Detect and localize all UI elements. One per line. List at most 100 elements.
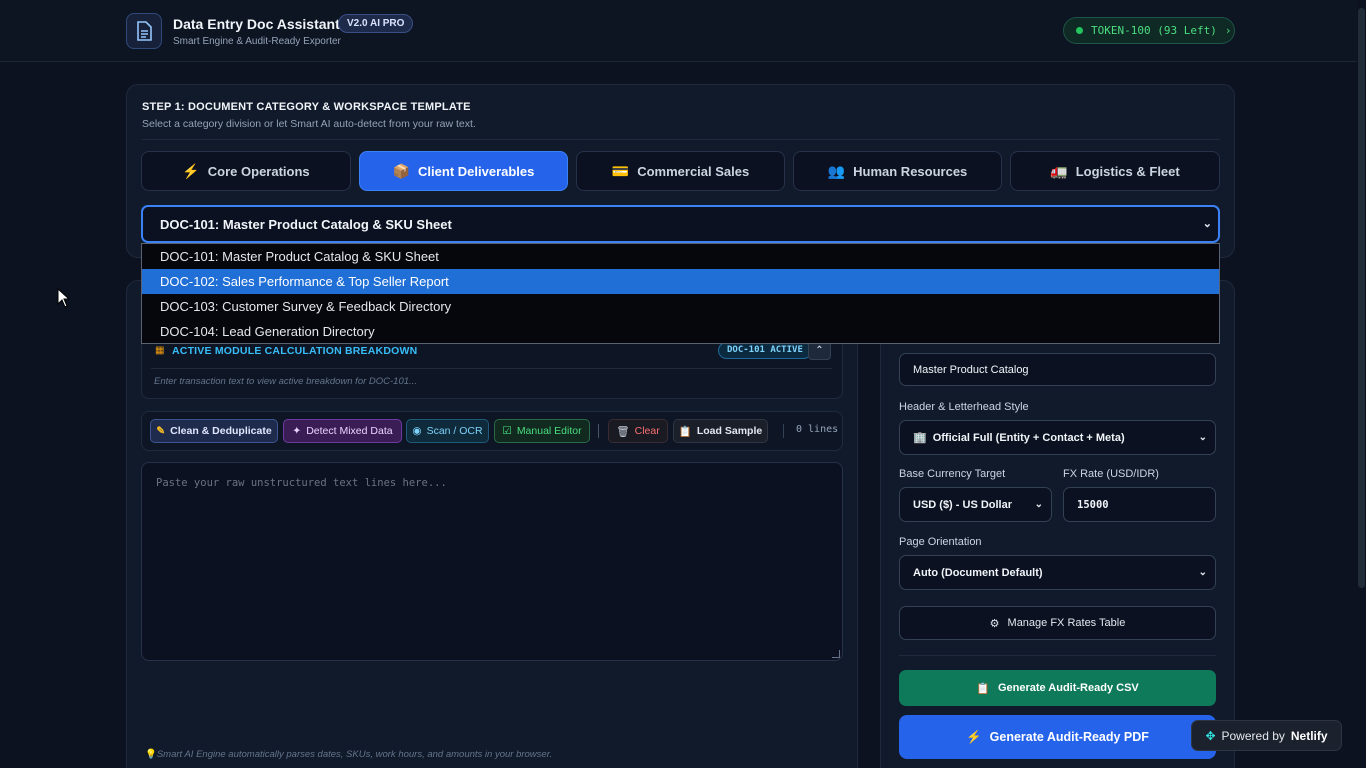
tab-client-deliverables[interactable]: 📦 Client Deliverables — [359, 151, 568, 191]
tab-label: Client Deliverables — [418, 163, 535, 179]
edit-icon: ☑ — [502, 425, 512, 437]
button-label: Detect Mixed Data — [306, 425, 393, 437]
broom-icon: ✎ — [156, 425, 166, 437]
dropdown-option[interactable]: DOC-104: Lead Generation Directory — [142, 319, 1219, 344]
orientation-label: Page Orientation — [899, 536, 982, 548]
button-label: Clean & Deduplicate — [170, 425, 272, 437]
generate-pdf-button[interactable]: ⚡ Generate Audit-Ready PDF — [899, 715, 1216, 759]
step1-title: STEP 1: DOCUMENT CATEGORY & WORKSPACE TE… — [142, 101, 471, 113]
toolbar-divider — [598, 424, 599, 438]
button-label: Scan / OCR — [426, 425, 483, 437]
raw-text-placeholder: Paste your raw unstructured text lines h… — [156, 477, 447, 489]
footnote-text: Smart AI Engine automatically parses dat… — [156, 749, 553, 760]
truck-icon: 🚛 — [1050, 162, 1068, 179]
token-label: TOKEN-100 (93 Left) — [1091, 24, 1217, 37]
template-select[interactable]: DOC-101: Master Product Catalog & SKU Sh… — [141, 205, 1220, 243]
document-icon — [137, 21, 152, 41]
chevron-down-icon: ⌄ — [1198, 567, 1207, 578]
clipboard-icon: 📋 — [976, 682, 990, 695]
chevron-down-icon: ⌄ — [1202, 218, 1212, 230]
generate-csv-button[interactable]: 📋 Generate Audit-Ready CSV — [899, 670, 1216, 706]
tab-label: Commercial Sales — [637, 163, 750, 179]
tab-label: Core Operations — [207, 163, 310, 179]
divider — [899, 655, 1216, 656]
currency-label: Base Currency Target — [899, 468, 1006, 480]
lightbulb-icon: 💡 — [145, 749, 157, 760]
clear-button[interactable]: 🗑 Clear — [608, 419, 668, 443]
chevron-down-icon: ⌄ — [1198, 432, 1207, 443]
chevron-up-icon: ⌃ — [815, 345, 824, 356]
line-count: 0 lines — [783, 424, 838, 438]
button-label: Manage FX Rates Table — [1007, 617, 1126, 629]
footnote: 💡Smart AI Engine automatically parses da… — [145, 749, 552, 760]
magic-wand-icon: ✦ — [292, 425, 302, 437]
select-value: Official Full (Entity + Contact + Meta) — [932, 431, 1125, 444]
status-dot-icon — [1076, 27, 1083, 34]
package-icon: 📦 — [392, 162, 411, 179]
step1-subtitle: Select a category division or let Smart … — [142, 118, 476, 130]
lightning-icon: ⚡ — [966, 729, 982, 744]
netlify-logo-icon: ✥ — [1205, 728, 1216, 743]
select-value: Auto (Document Default) — [913, 566, 1043, 579]
building-icon: 🏢 — [913, 432, 927, 444]
people-icon: 👥 — [827, 162, 846, 179]
gear-icon: ⚙ — [989, 617, 1000, 630]
resize-handle-icon[interactable] — [832, 650, 840, 658]
netlify-brand: Netlify — [1290, 728, 1328, 743]
camera-icon: ◉ — [412, 425, 422, 437]
currency-select[interactable]: USD ($) - US Dollar ⌄ — [899, 487, 1052, 522]
divider — [142, 139, 1220, 140]
version-badge: V2.0 AI PRO — [338, 14, 414, 33]
dropdown-option[interactable]: DOC-103: Customer Survey & Feedback Dire… — [142, 294, 1219, 319]
template-select-value: DOC-101: Master Product Catalog & SKU Sh… — [160, 216, 452, 232]
tab-human-resources[interactable]: 👥 Human Resources — [793, 151, 1002, 191]
raw-text-input[interactable]: Paste your raw unstructured text lines h… — [141, 462, 843, 661]
app-logo — [126, 13, 162, 49]
button-label: Generate Audit-Ready CSV — [997, 682, 1139, 694]
input-value: 15000 — [1077, 498, 1109, 511]
clipboard-icon: 📋 — [678, 425, 692, 438]
status-badge: DOC-101 ACTIVE — [718, 342, 812, 359]
breakdown-title: ACTIVE MODULE CALCULATION BREAKDOWN — [172, 345, 418, 357]
manual-editor-button[interactable]: ☑ Manual Editor — [494, 419, 590, 443]
select-value: USD ($) - US Dollar — [913, 498, 1013, 511]
divider — [151, 368, 832, 369]
tab-label: Human Resources — [853, 163, 968, 179]
tab-label: Logistics & Fleet — [1075, 163, 1180, 179]
tab-core-operations[interactable]: ⚡ Core Operations — [141, 151, 351, 191]
button-label: Clear — [634, 425, 660, 437]
trash-icon: 🗑 — [616, 425, 630, 438]
detect-mixed-data-button[interactable]: ✦ Detect Mixed Data — [283, 419, 402, 443]
lightning-icon: ⚡ — [182, 162, 200, 179]
mouse-cursor-icon — [57, 288, 71, 308]
token-badge[interactable]: TOKEN-100 (93 Left) › — [1063, 17, 1235, 44]
tab-logistics-fleet[interactable]: 🚛 Logistics & Fleet — [1010, 151, 1220, 191]
template-dropdown[interactable]: DOC-101: Master Product Catalog & SKU Sh… — [141, 243, 1220, 344]
credit-card-icon: 💳 — [611, 162, 630, 179]
tab-commercial-sales[interactable]: 💳 Commercial Sales — [576, 151, 785, 191]
letterhead-select[interactable]: 🏢 Official Full (Entity + Contact + Meta… — [899, 420, 1216, 455]
scan-ocr-button[interactable]: ◉ Scan / OCR — [406, 419, 489, 443]
clean-deduplicate-button[interactable]: ✎ Clean & Deduplicate — [150, 419, 278, 443]
dropdown-option[interactable]: DOC-102: Sales Performance & Top Seller … — [142, 269, 1219, 294]
abacus-icon: ▦ — [155, 345, 165, 356]
breakdown-hint: Enter transaction text to view active br… — [154, 376, 417, 387]
netlify-badge[interactable]: ✥ Powered by Netlify — [1191, 720, 1342, 751]
app-subtitle: Smart Engine & Audit-Ready Exporter — [173, 36, 341, 47]
letterhead-label: Header & Letterhead Style — [899, 401, 1029, 413]
chevron-right-icon: › — [1224, 24, 1232, 37]
button-label: Load Sample — [696, 425, 763, 437]
chevron-down-icon: ⌄ — [1034, 499, 1043, 510]
button-label: Generate Audit-Ready PDF — [989, 730, 1149, 744]
orientation-select[interactable]: Auto (Document Default) ⌄ — [899, 555, 1216, 590]
fx-rate-input[interactable]: 15000 — [1063, 487, 1216, 522]
document-title-input[interactable]: Master Product Catalog — [899, 353, 1216, 386]
button-label: Manual Editor — [516, 425, 582, 437]
fx-rate-label: FX Rate (USD/IDR) — [1063, 468, 1159, 480]
dropdown-option[interactable]: DOC-101: Master Product Catalog & SKU Sh… — [142, 244, 1219, 269]
app-title: Data Entry Doc Assistant — [173, 16, 340, 32]
load-sample-button[interactable]: 📋 Load Sample — [673, 419, 768, 443]
manage-fx-rates-button[interactable]: ⚙ Manage FX Rates Table — [899, 606, 1216, 640]
scrollbar-thumb[interactable] — [1358, 8, 1365, 588]
input-value: Master Product Catalog — [913, 363, 1029, 376]
